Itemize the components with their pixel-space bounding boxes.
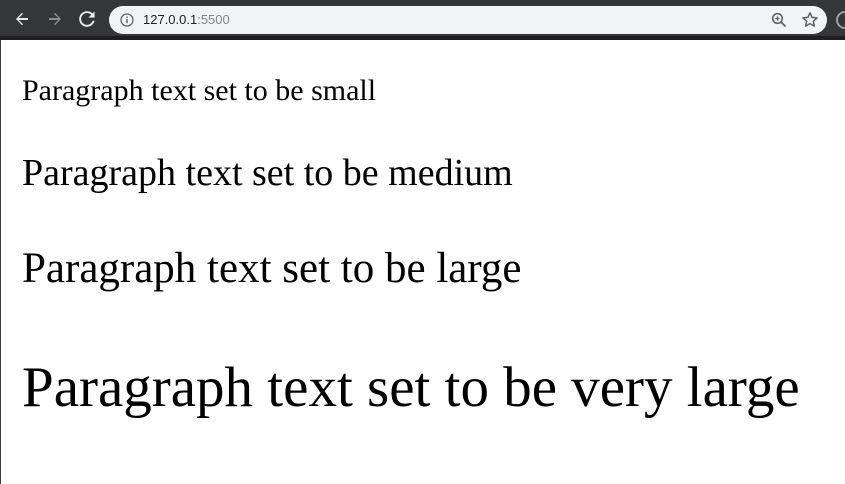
forward-arrow-icon [49,12,61,26]
paragraph-very-large: Paragraph text set to be very large [22,356,800,419]
reload-button[interactable] [76,8,98,30]
reload-icon [79,11,95,27]
zoom-in-icon[interactable] [771,12,787,28]
toolbar-divider [0,36,845,40]
url-port: :5500 [197,12,230,27]
paragraph-medium: Paragraph text set to be medium [22,152,513,194]
paragraph-large: Paragraph text set to be large [22,245,522,292]
forward-button[interactable] [44,8,66,30]
star-icon[interactable] [801,11,819,29]
url-text[interactable]: 127.0.0.1:5500 [143,12,230,28]
browser-toolbar: 127.0.0.1:5500 [0,0,845,36]
address-bar[interactable]: 127.0.0.1:5500 [109,6,827,34]
window-left-edge [0,40,1,484]
back-arrow-icon [16,12,28,26]
url-host: 127.0.0.1 [143,12,198,27]
profile-icon[interactable] [834,9,845,31]
back-button[interactable] [11,8,33,30]
info-icon[interactable] [120,13,134,27]
paragraph-small: Paragraph text set to be small [22,74,377,107]
